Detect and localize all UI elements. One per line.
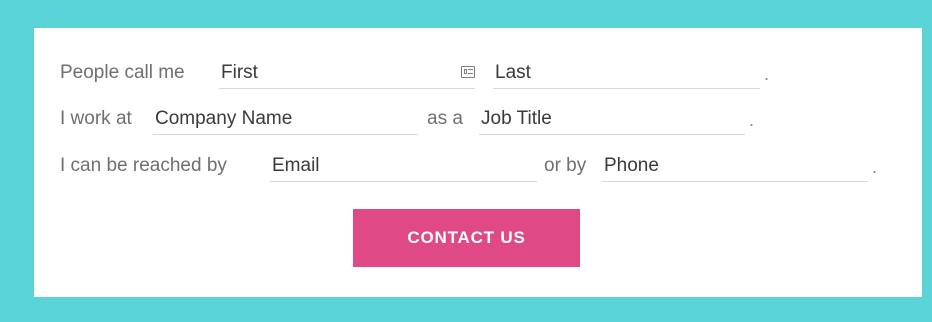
- company-name-field[interactable]: Company Name: [153, 104, 418, 135]
- email-field[interactable]: Email: [270, 151, 537, 182]
- contact-prefix: I can be reached by: [60, 155, 227, 176]
- email-placeholder: Email: [272, 155, 320, 176]
- name-period: .: [764, 64, 770, 84]
- job-title-field[interactable]: Job Title: [479, 104, 745, 135]
- last-name-field[interactable]: Last: [493, 58, 760, 89]
- first-name-placeholder: First: [221, 62, 258, 83]
- job-title-placeholder: Job Title: [481, 108, 552, 129]
- contact-card-icon: [461, 66, 475, 78]
- phone-field[interactable]: Phone: [602, 151, 868, 182]
- name-prefix: People call me: [60, 62, 185, 83]
- last-name-placeholder: Last: [495, 62, 531, 83]
- work-period: .: [749, 110, 755, 130]
- company-name-placeholder: Company Name: [155, 108, 293, 129]
- contact-us-button[interactable]: CONTACT US: [353, 209, 580, 267]
- phone-connector: or by: [544, 155, 587, 176]
- contact-period: .: [872, 157, 878, 177]
- phone-placeholder: Phone: [604, 155, 659, 176]
- first-name-field[interactable]: First: [219, 58, 475, 89]
- job-connector: as a: [427, 108, 463, 129]
- contact-form-card: People call me First Last . I work at Co…: [34, 28, 922, 297]
- work-prefix: I work at: [60, 108, 132, 129]
